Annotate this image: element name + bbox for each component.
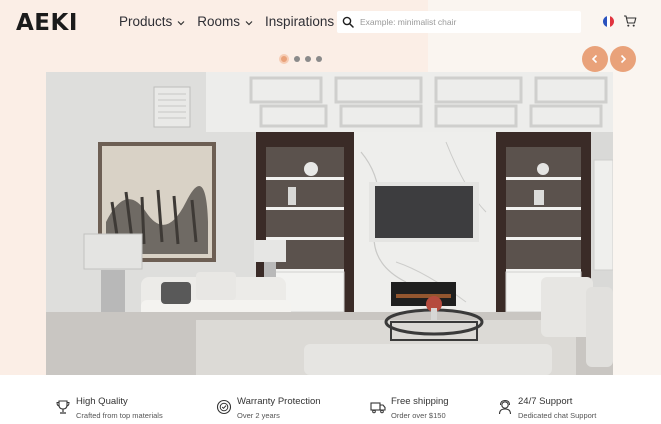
- feature-subtitle: Order over $150: [391, 411, 446, 420]
- feature-high-quality: High Quality Crafted from top materials: [55, 396, 163, 420]
- carousel-dot-active[interactable]: [279, 54, 289, 64]
- feature-warranty: Warranty Protection Over 2 years: [216, 396, 321, 420]
- chevron-right-icon: [620, 54, 627, 64]
- chevron-left-icon: [591, 54, 598, 64]
- main-nav: Products Rooms Inspirations: [119, 14, 334, 29]
- carousel-dot[interactable]: [316, 56, 322, 62]
- feature-subtitle: Dedicated chat Support: [518, 411, 597, 420]
- carousel-dot[interactable]: [305, 56, 311, 62]
- warranty-seal-icon: [216, 399, 232, 415]
- french-flag-icon[interactable]: [603, 16, 614, 27]
- nav-item-rooms[interactable]: Rooms: [197, 14, 253, 29]
- feature-title: Free shipping: [391, 396, 449, 407]
- feature-subtitle: Crafted from top materials: [76, 411, 163, 420]
- feature-support: 24/7 Support Dedicated chat Support: [497, 396, 596, 420]
- feature-subtitle: Over 2 years: [237, 411, 280, 420]
- search-input[interactable]: [360, 17, 580, 27]
- nav-item-label: Inspirations: [265, 14, 335, 29]
- living-room-photo: [46, 72, 613, 375]
- search-icon[interactable]: [342, 16, 354, 28]
- brand-logo[interactable]: AEKI: [16, 10, 78, 36]
- hero-image: [46, 72, 613, 375]
- support-agent-icon: [498, 399, 512, 415]
- carousel-pagination: [279, 54, 322, 64]
- feature-title: High Quality: [76, 396, 128, 407]
- nav-item-label: Products: [119, 14, 173, 29]
- nav-item-products[interactable]: Products: [119, 14, 185, 29]
- cart-icon[interactable]: [623, 14, 637, 28]
- nav-item-label: Rooms: [197, 14, 241, 29]
- chevron-down-icon: [177, 20, 185, 25]
- chevron-down-icon: [245, 20, 253, 25]
- search-box: [337, 11, 581, 33]
- carousel-next-button[interactable]: [610, 46, 636, 72]
- feature-title: 24/7 Support: [518, 396, 573, 407]
- nav-item-inspirations[interactable]: Inspirations: [265, 14, 334, 29]
- feature-free-shipping: Free shipping Order over $150: [370, 396, 449, 420]
- feature-title: Warranty Protection: [237, 396, 321, 407]
- feature-strip: High Quality Crafted from top materials …: [0, 375, 661, 424]
- trophy-icon: [56, 400, 70, 414]
- site-header: AEKI Products Rooms Inspirations: [0, 0, 661, 46]
- carousel-dot[interactable]: [294, 56, 300, 62]
- truck-icon: [370, 402, 386, 414]
- carousel-prev-button[interactable]: [582, 46, 608, 72]
